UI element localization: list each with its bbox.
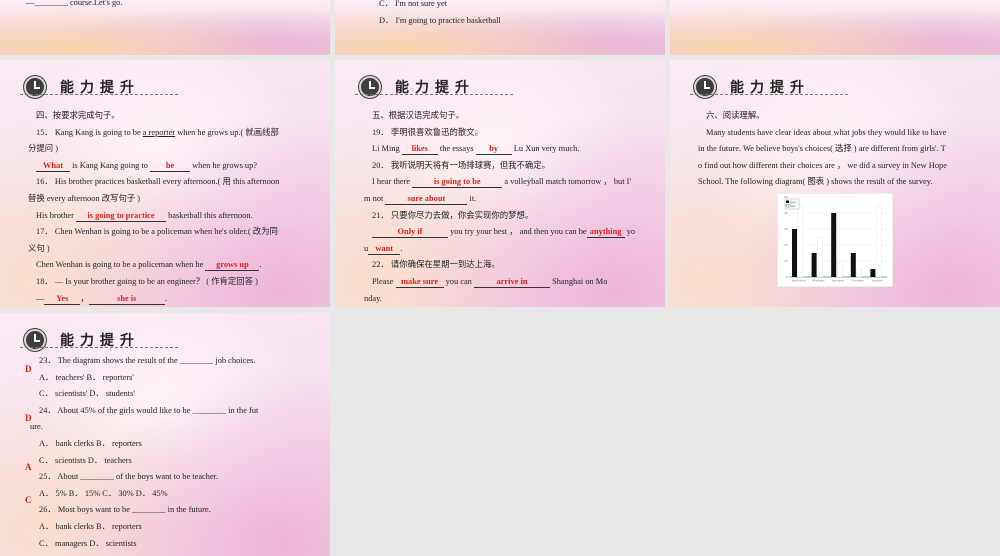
legend-label-girls: Girls — [790, 204, 796, 208]
bar-boys-managers — [831, 213, 837, 277]
y-tick-label: 10 — [784, 259, 788, 263]
question-18: 18． — Is your brother going to be an eng… — [36, 276, 258, 286]
passage-line: Many students have clear ideas about wha… — [706, 127, 947, 137]
question-16: 16． His brother practices basketball eve… — [36, 177, 280, 187]
x-tick-label: Managers — [832, 279, 845, 283]
question-23: 23． The diagram shows the result of the … — [39, 356, 256, 365]
options-24-ab: A． bank clerks B． reporters — [39, 438, 142, 448]
slide-top-right — [670, 0, 1000, 55]
bar-girls-scientists — [856, 268, 862, 278]
answer-21: Only if you try your best ， and then you… — [372, 224, 651, 241]
question-15-cont: 分提问 ) — [28, 144, 59, 154]
slide-header: 能力提升 — [359, 74, 475, 100]
slide-header: 能力提升 — [694, 74, 810, 100]
passage-line: in the future. We believe boys's choices… — [698, 144, 946, 154]
slide-exercise-7[interactable]: 能力提升 D D A C 23． The diagram shows the r… — [0, 313, 330, 556]
question-26: 26． Most boys want to be ________ in the… — [39, 505, 211, 515]
question-24-cont: ure. — [30, 422, 43, 432]
bar-boys-scientists — [850, 253, 856, 277]
answer-20-cont: m not sure about it. — [364, 193, 477, 205]
option-c: C． I'm not sure yet — [379, 0, 448, 8]
y-tick-label: 50 — [784, 195, 788, 199]
answer-22-cont: nday. — [364, 293, 382, 303]
passage-line: School. The following diagram( 图表 ) show… — [698, 177, 933, 187]
legend-label-boys: Boys — [790, 200, 796, 204]
bar-girls-managers — [837, 260, 843, 278]
section-heading: 五、根据汉语完成句子。 — [372, 111, 465, 120]
section-heading: 四、按要求完成句子。 — [36, 111, 120, 120]
bar-girls-reporters — [817, 236, 823, 278]
header-divider — [355, 94, 513, 95]
answer-16: His brother is going to practice basketb… — [36, 210, 253, 222]
question-21: 21． 只要你尽力去做，你会实现你的梦想。 — [372, 210, 534, 220]
option-d: D． I'm going to practice basketball — [379, 15, 501, 25]
legend-swatch-girls — [785, 204, 790, 208]
slide-top-left: —________ course.Let's go. — [0, 0, 330, 55]
slide-header: 能力提升 — [24, 327, 140, 353]
x-tick-label: Reporters — [812, 279, 825, 283]
question-17: 17． Chen Wenhan is going to be a policem… — [36, 227, 278, 237]
options-23-cd: C． scientists' D． students' — [39, 389, 135, 399]
slide-exercise-6[interactable]: 能力提升 六、阅读理解。 Many students have clear id… — [670, 60, 1000, 307]
survey-bar-chart: 01020304050 Bank clerks Reporters Managers… — [777, 193, 893, 287]
answer-21-cont: u want. — [364, 243, 403, 255]
bar-girls-bank-clerks — [797, 204, 804, 278]
bar-girls-teachers — [876, 204, 882, 278]
answer-22: Please make sure you can arrive in Shang… — [372, 276, 608, 288]
bar-boys-teachers — [870, 269, 876, 277]
y-tick-label: 40 — [784, 211, 788, 215]
passage-line: o find out how different their choices a… — [698, 160, 947, 170]
bar-boys-reporters — [811, 253, 817, 277]
y-tick-label: 30 — [784, 227, 788, 231]
section-heading: 六、阅读理解。 — [706, 111, 765, 120]
legend-swatch-boys — [786, 200, 789, 203]
options-24-cd: C． scientists D． teachers — [39, 455, 132, 465]
question-22: 22． 请你确保在星期一到达上海。 — [372, 260, 500, 270]
answer-25: A — [25, 462, 32, 472]
slide-top-middle: C． I'm not sure yet D． I'm going to prac… — [335, 0, 665, 55]
y-tick-label: 20 — [784, 243, 788, 247]
question-24: 24． About 45% of the girls would like to… — [39, 405, 259, 415]
header-divider — [690, 94, 848, 95]
answer-18: — Yes， she is. — [36, 293, 167, 305]
x-tick-label: Teachers — [872, 279, 884, 283]
options-23-ab: A． teachers' B． reporters' — [39, 372, 134, 382]
answer-19: Li Ming likes the essays by Lu Xun very … — [372, 144, 580, 156]
header-divider — [20, 347, 178, 348]
answer-23: D — [25, 364, 32, 374]
options-25: A． 5% B． 15% C． 30% D． 45% — [39, 488, 168, 498]
question-25: 25． About ________ of the boys want to b… — [39, 472, 219, 482]
question-19: 19． 李明很喜欢鲁迅的散文。 — [372, 127, 483, 137]
answer-26: C — [25, 495, 32, 505]
answer-15: What is Kang Kang going to be when he gr… — [36, 158, 316, 175]
x-tick-label: Bank clerks — [792, 279, 807, 283]
question-17-cont: 义句 ) — [28, 243, 50, 253]
question-15: 15． Kang Kang is going to be a reporter … — [36, 127, 279, 137]
slide-exercise-4[interactable]: 能力提升 四、按要求完成句子。 15． Kang Kang is going t… — [0, 60, 330, 307]
slide-header: 能力提升 — [24, 74, 140, 100]
question-20: 20． 我听说明天将有一场排球赛，但我不确定。 — [372, 160, 550, 170]
options-26-cd: C． managers D． scientists — [39, 538, 137, 548]
header-divider — [20, 94, 178, 95]
question-16-cont: 替换 every afternoon 改写句子 ) — [28, 193, 141, 203]
x-tick-label: Scientists — [852, 279, 865, 283]
answer-17: Chen Wenhan is going to be a policeman w… — [36, 260, 262, 272]
options-26-ab: A． bank clerks B． reporters — [39, 521, 142, 531]
slide-text: —________ course.Let's go. — [26, 0, 123, 7]
answer-20: I hear there is going to be a volleyball… — [372, 177, 631, 189]
slide-exercise-5[interactable]: 能力提升 五、根据汉语完成句子。 19． 李明很喜欢鲁迅的散文。 Li Ming… — [335, 60, 665, 307]
bar-boys-bank-clerks — [792, 229, 797, 277]
